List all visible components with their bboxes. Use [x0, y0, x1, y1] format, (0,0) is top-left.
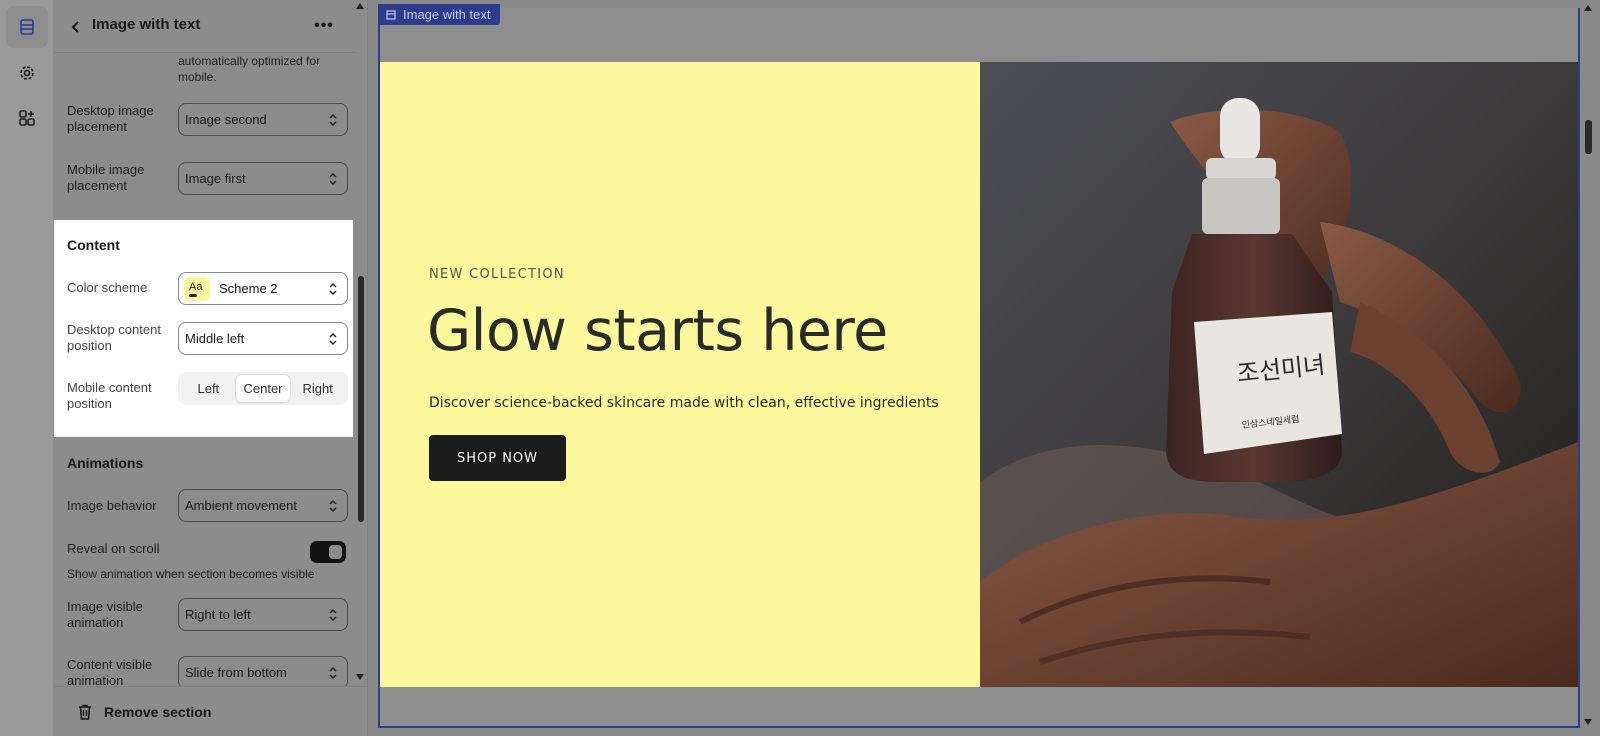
select-chevron-icon — [329, 113, 337, 127]
sections-icon — [20, 19, 34, 35]
content-section-title: Content — [67, 237, 120, 253]
select-chevron-icon — [329, 499, 337, 513]
color-scheme-select[interactable]: Aa Scheme 2 — [178, 272, 348, 305]
trash-icon — [79, 704, 91, 720]
banner-text-area: NEW COLLECTION Glow starts here Discover… — [380, 62, 980, 687]
shop-now-button[interactable]: SHOP NOW — [429, 435, 566, 481]
animations-section-title: Animations — [67, 455, 144, 471]
banner-subtext[interactable]: Discover science-backed skincare made wi… — [429, 395, 939, 411]
select-chevron-icon — [329, 332, 337, 346]
desktop-image-placement-select[interactable]: Image second — [178, 103, 348, 136]
panel-footer: Remove section — [54, 686, 367, 736]
image-visible-animation-select[interactable]: Right to left — [178, 598, 348, 631]
select-chevron-icon — [329, 608, 337, 622]
desktop-image-placement-value: Image second — [185, 112, 267, 127]
apps-icon — [19, 110, 35, 126]
section-tag-label: Image with text — [403, 7, 491, 22]
position-right-option[interactable]: Right — [290, 375, 345, 402]
scroll-up-arrow-icon[interactable] — [356, 2, 364, 10]
image-visible-animation-label: Image visible animation — [67, 599, 143, 630]
image-help-text: automatically optimized for mobile. — [178, 54, 321, 84]
image-visible-animation-value: Right to left — [185, 607, 251, 622]
content-visible-animation-label: Content visible animation — [67, 657, 153, 688]
desktop-image-placement-label: Desktop image placement — [67, 103, 154, 134]
reveal-on-scroll-help: Show animation when section becomes visi… — [67, 567, 315, 581]
more-options-icon[interactable]: ••• — [312, 14, 336, 38]
color-scheme-value: Scheme 2 — [219, 281, 278, 296]
preview-scroll-up-arrow-icon[interactable] — [1584, 4, 1592, 12]
back-icon[interactable] — [66, 17, 86, 37]
settings-panel: Image with text ••• automatically optimi… — [54, 0, 368, 736]
left-rail — [0, 0, 54, 736]
scroll-down-arrow-icon[interactable] — [356, 673, 364, 681]
select-chevron-icon — [329, 282, 337, 296]
content-visible-animation-select[interactable]: Slide from bottom — [178, 656, 348, 689]
position-left-option[interactable]: Left — [181, 375, 236, 402]
remove-section-label: Remove section — [104, 704, 212, 720]
sections-nav-button[interactable] — [6, 6, 48, 48]
mobile-image-placement-label: Mobile image placement — [67, 162, 145, 193]
reveal-on-scroll-toggle[interactable] — [310, 541, 346, 563]
panel-header: Image with text ••• — [54, 0, 356, 53]
preview-scrollbar-thumb[interactable] — [1585, 120, 1592, 154]
color-scheme-swatch: Aa — [184, 276, 210, 301]
swatch-text: Aa — [189, 280, 203, 293]
mobile-image-placement-select[interactable]: Image first — [178, 162, 348, 195]
reveal-on-scroll-label: Reveal on scroll — [67, 541, 160, 556]
banner-eyebrow: NEW COLLECTION — [429, 267, 565, 282]
desktop-content-position-value: Middle left — [185, 331, 245, 346]
desktop-content-position-label: Desktop content position — [67, 322, 161, 353]
preview-scroll-down-arrow-icon[interactable] — [1584, 718, 1592, 726]
position-center-option[interactable]: Center — [235, 375, 291, 402]
mobile-content-position-segmented: Left Center Right — [178, 372, 348, 405]
apps-nav-button[interactable] — [6, 97, 48, 139]
selected-section-tag[interactable]: Image with text — [378, 4, 501, 25]
settings-nav-button[interactable] — [6, 52, 48, 94]
banner-headline[interactable]: Glow starts here — [427, 298, 888, 364]
content-visible-animation-value: Slide from bottom — [185, 665, 287, 680]
select-chevron-icon — [329, 666, 337, 680]
image-behavior-select[interactable]: Ambient movement — [178, 489, 348, 522]
image-behavior-value: Ambient movement — [185, 498, 297, 513]
color-scheme-label: Color scheme — [67, 280, 148, 295]
image-behavior-label: Image behavior — [67, 498, 157, 513]
serum-bottle-photo: 조선미녀 인삼스네일세럼 — [980, 62, 1578, 687]
remove-section-button[interactable]: Remove section — [78, 704, 211, 720]
select-chevron-icon — [329, 172, 337, 186]
mobile-image-placement-value: Image first — [185, 171, 246, 186]
content-settings-card: Content Color scheme Aa Scheme 2 Desktop… — [54, 220, 353, 437]
panel-title: Image with text — [92, 16, 201, 33]
panel-scrollbar-thumb[interactable] — [358, 276, 364, 522]
banner-image: 조선미녀 인삼스네일세럼 — [980, 62, 1578, 687]
desktop-content-position-select[interactable]: Middle left — [178, 322, 348, 355]
mobile-content-position-label: Mobile content position — [67, 380, 152, 411]
section-icon — [386, 9, 396, 20]
gear-icon — [20, 66, 34, 80]
